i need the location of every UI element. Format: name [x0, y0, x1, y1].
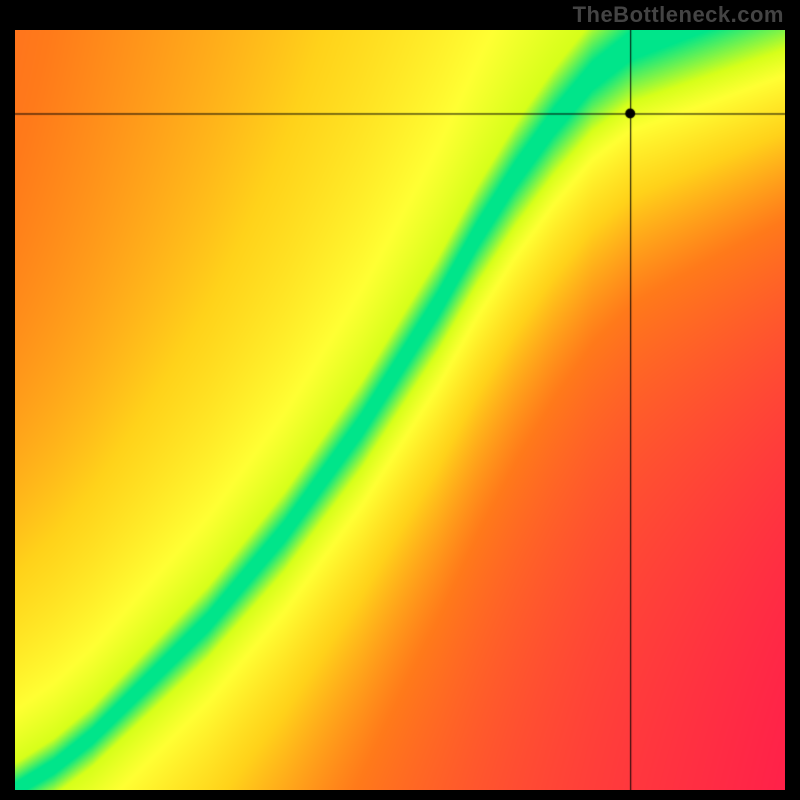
- chart-container: TheBottleneck.com: [0, 0, 800, 800]
- watermark-text: TheBottleneck.com: [573, 2, 784, 28]
- bottleneck-heatmap: [15, 30, 785, 790]
